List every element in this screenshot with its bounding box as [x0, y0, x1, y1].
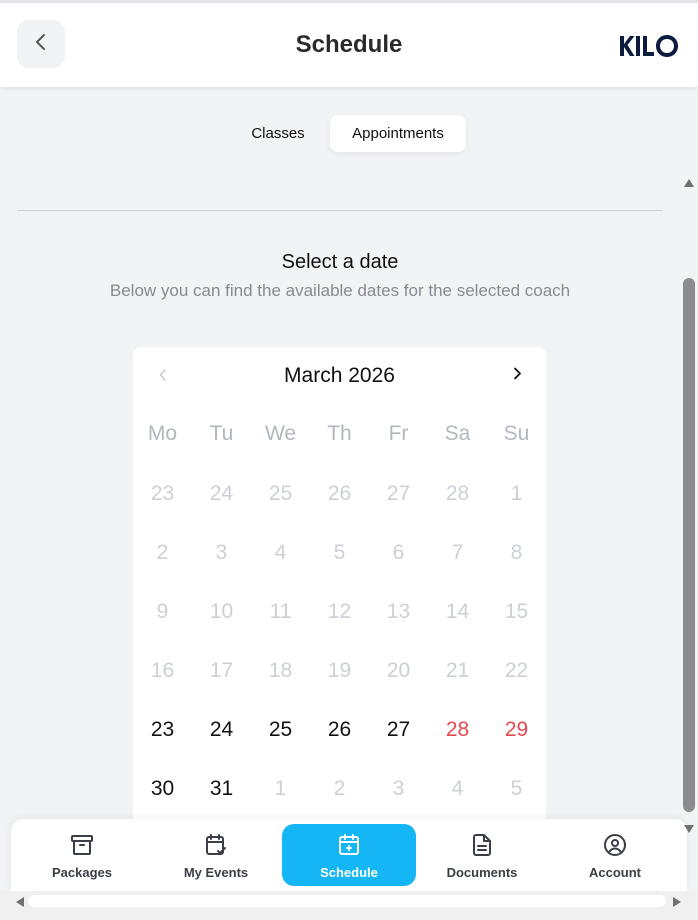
calendar-day-unavailable: 2: [156, 541, 169, 564]
tab-classes[interactable]: Classes: [230, 115, 326, 152]
calendar-day[interactable]: 30: [133, 777, 192, 801]
nav-account[interactable]: Account: [548, 824, 682, 886]
document-icon: [470, 832, 494, 858]
calendar-day[interactable]: 29: [487, 718, 546, 742]
calendar-day-unavailable: 23: [150, 482, 175, 505]
nav-my-events[interactable]: My Events: [149, 824, 283, 886]
select-date-heading: Select a date: [281, 251, 399, 273]
calendar-day-unavailable: 2: [333, 777, 346, 800]
calendar-day-unavailable: 19: [327, 659, 352, 682]
calendar-day-unavailable: 22: [504, 659, 529, 682]
calendar-day-unavailable: 28: [445, 482, 470, 505]
kilo-logo: [618, 34, 682, 63]
calendar-day-unavailable: 4: [274, 541, 287, 564]
calendar-day-unavailable: 16: [150, 659, 175, 682]
vertical-scrollbar[interactable]: [680, 170, 698, 835]
calendar-day-unavailable: 18: [268, 659, 293, 682]
calendar-day-unavailable: 3: [392, 777, 405, 800]
calendar-day-unavailable: 20: [386, 659, 411, 682]
calendar-day-unavailable: 27: [386, 482, 411, 505]
date-picker: March 2026 Mo Tu We Th Fr Sa Su 23 24 25 26 27 28 1 2…: [133, 347, 546, 827]
calendar-day-unavailable: 3: [215, 541, 228, 564]
calendar-day-unavailable: 14: [445, 600, 470, 623]
calendar-day-unavailable: 4: [451, 777, 464, 800]
calendar-day-unavailable: 25: [268, 482, 293, 505]
page-title: Schedule: [295, 31, 403, 58]
calendar-day[interactable]: 27: [369, 718, 428, 742]
calendar-day-unavailable: 13: [386, 600, 411, 623]
calendar-day-unavailable: 10: [209, 600, 234, 623]
user-circle-icon: [603, 832, 627, 858]
nav-packages[interactable]: Packages: [15, 824, 149, 886]
nav-label: Account: [589, 865, 641, 880]
nav-label: Schedule: [320, 865, 378, 880]
select-date-subtitle: Below you can find the available dates f…: [109, 281, 571, 300]
tab-appointments[interactable]: Appointments: [330, 115, 466, 152]
calendar-day-unavailable: 1: [510, 482, 523, 505]
nav-label: Packages: [52, 865, 112, 880]
calendar-days: 23 24 25 26 27 28 1 2 3 4 5 6 7 8 9 10 11 12 13 14 15 16 17 18 1…: [133, 347, 546, 827]
calendar-day-unavailable: 21: [445, 659, 470, 682]
calendar-day-unavailable: 6: [392, 541, 405, 564]
window-bottom-edge: [0, 911, 698, 920]
calendar-day-unavailable: 5: [510, 777, 523, 800]
calendar-icon: [337, 832, 361, 858]
calendar-day-unavailable: 9: [156, 600, 169, 623]
calendar-day[interactable]: 31: [192, 777, 251, 801]
scroll-down-arrow-icon[interactable]: [683, 821, 695, 839]
nav-schedule[interactable]: Schedule: [282, 824, 416, 886]
calendar-day[interactable]: 25: [251, 718, 310, 742]
calendar-check-icon: [204, 832, 228, 858]
calendar-day[interactable]: 28: [428, 718, 487, 742]
schedule-tabs: Classes Appointments: [0, 115, 698, 153]
calendar-day-unavailable: 1: [274, 777, 287, 800]
calendar-day-unavailable: 11: [269, 600, 292, 623]
nav-label: My Events: [183, 865, 249, 880]
bottom-navigation: Packages My Events Schedule Documents Ac…: [11, 819, 687, 891]
nav-documents[interactable]: Documents: [415, 824, 549, 886]
scroll-up-arrow-icon[interactable]: [683, 175, 695, 193]
archive-box-icon: [70, 832, 94, 858]
calendar-day-unavailable: 8: [510, 541, 523, 564]
vertical-scroll-thumb[interactable]: [683, 278, 695, 812]
app-header: Schedule: [0, 3, 698, 87]
section-divider: [17, 210, 663, 211]
calendar-day-unavailable: 17: [209, 659, 234, 682]
horizontal-scrollbar[interactable]: [0, 891, 698, 911]
calendar-day[interactable]: 24: [192, 718, 251, 742]
calendar-day-unavailable: 15: [504, 600, 529, 623]
calendar-day-unavailable: 12: [327, 600, 352, 623]
calendar-day[interactable]: 23: [133, 718, 192, 742]
calendar-day-unavailable: 24: [209, 482, 234, 505]
calendar-day[interactable]: 26: [310, 718, 369, 742]
calendar-day-unavailable: 7: [451, 541, 464, 564]
nav-label: Documents: [446, 865, 518, 880]
calendar-day-unavailable: 26: [327, 482, 352, 505]
horizontal-scroll-thumb[interactable]: [28, 895, 666, 907]
calendar-day-unavailable: 5: [333, 541, 346, 564]
logo-mark: [620, 35, 678, 57]
